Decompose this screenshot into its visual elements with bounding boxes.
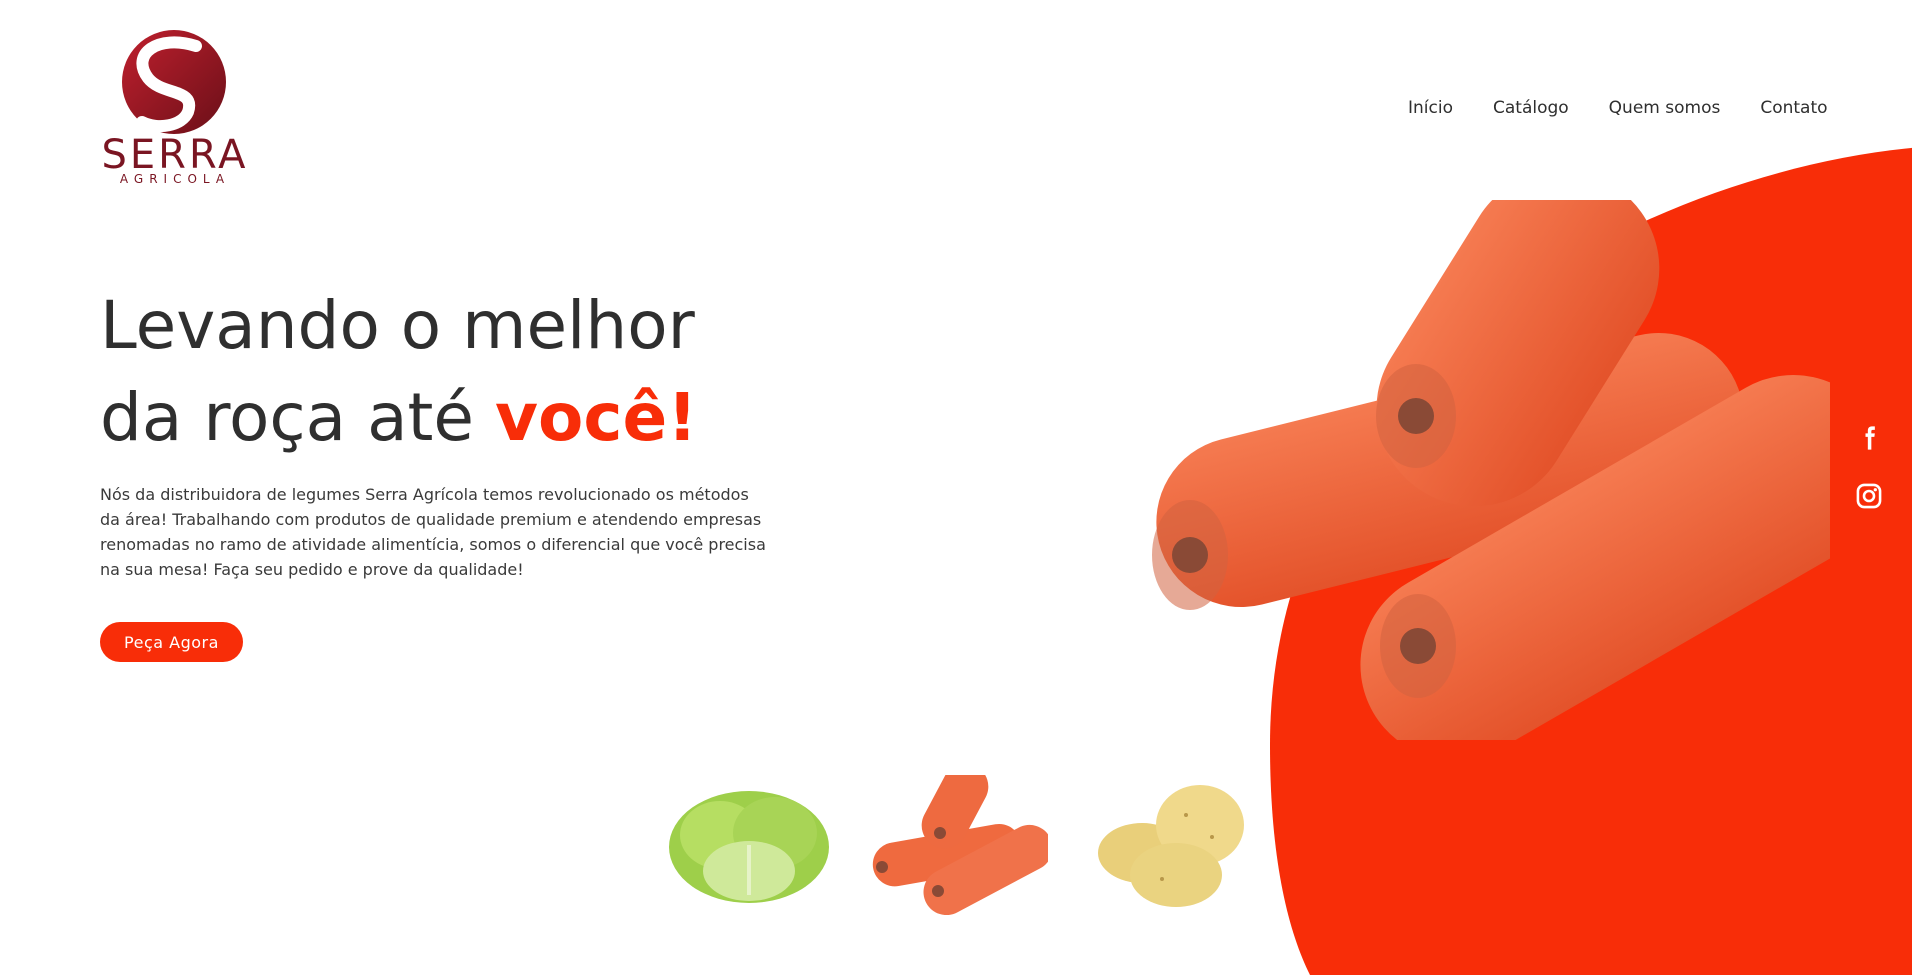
- lettuce-icon[interactable]: [660, 775, 838, 915]
- brand-logo[interactable]: SERRA AGRICOLA: [100, 26, 250, 186]
- potatoes-icon[interactable]: [1092, 775, 1250, 915]
- nav-item-contato[interactable]: Contato: [1760, 98, 1827, 118]
- serra-logo-icon: [122, 30, 226, 134]
- hero-title-line1: Levando o melhor: [100, 287, 695, 364]
- facebook-icon[interactable]: [1855, 424, 1883, 452]
- hero-description: Nós da distribuidora de legumes Serra Ag…: [100, 485, 766, 579]
- nav-item-inicio[interactable]: Início: [1408, 98, 1453, 118]
- carrots-icon[interactable]: [868, 775, 1048, 915]
- order-now-button[interactable]: Peça Agora: [100, 622, 243, 662]
- hero-title-line2: da roça até: [100, 379, 496, 456]
- carrots-hero-image: [1152, 200, 1830, 740]
- nav-item-catalogo[interactable]: Catálogo: [1493, 98, 1569, 118]
- brand-subtitle: AGRICOLA: [119, 172, 231, 186]
- instagram-icon[interactable]: [1855, 482, 1883, 510]
- nav-item-quem-somos[interactable]: Quem somos: [1609, 98, 1721, 118]
- hero-title-accent: você!: [495, 379, 698, 456]
- main-nav: Início Catálogo Quem somos Contato: [1408, 98, 1828, 118]
- hero-title: Levando o melhor da roça até você!: [100, 280, 697, 464]
